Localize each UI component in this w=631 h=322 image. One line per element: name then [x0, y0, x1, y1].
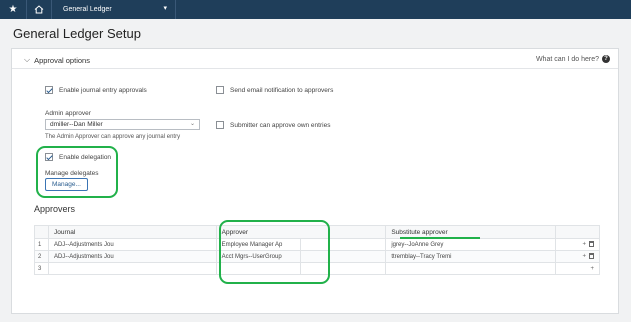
highlight-annotation: [219, 220, 330, 284]
approvers-title: Approvers: [34, 204, 76, 214]
trash-icon[interactable]: [589, 241, 594, 248]
enable-journal-entry-label: Enable journal entry approvals: [59, 86, 147, 94]
section-header: ⌵ Approval options What can I do here? ?: [12, 49, 618, 69]
substitute-cell[interactable]: [385, 262, 557, 275]
chevron-down-icon: ⌄: [189, 121, 195, 127]
approval-options-panel: ⌵ Approval options What can I do here? ?…: [11, 48, 619, 314]
plus-icon[interactable]: +: [590, 266, 594, 272]
send-email-option[interactable]: Send email notification to approvers: [216, 86, 333, 94]
admin-approver-select[interactable]: dmiller--Dan Miller ⌄: [45, 119, 200, 130]
plus-icon[interactable]: +: [582, 254, 586, 260]
row-actions: +: [555, 238, 600, 251]
submitter-can-approve-checkbox[interactable]: [216, 121, 224, 129]
enable-journal-entry-checkbox[interactable]: [45, 86, 53, 94]
help-label: What can I do here?: [535, 55, 599, 63]
chevron-down-icon: ⌵: [24, 55, 31, 64]
row-actions: +: [555, 250, 600, 263]
home-icon[interactable]: [26, 0, 52, 19]
page-title: General Ledger Setup: [13, 26, 141, 41]
row-number: 3: [34, 262, 49, 275]
admin-approver-value: dmiller--Dan Miller: [50, 121, 103, 128]
plus-icon[interactable]: +: [582, 242, 586, 248]
underline-annotation: [400, 237, 480, 239]
star-icon[interactable]: ★: [0, 0, 26, 19]
substitute-cell[interactable]: jgrey--JoAnne Grey: [385, 238, 557, 251]
submitter-can-approve-label: Submitter can approve own entries: [230, 121, 331, 129]
trash-icon[interactable]: [589, 253, 594, 260]
module-label: General Ledger: [63, 6, 112, 13]
module-selector[interactable]: General Ledger ▾: [52, 0, 176, 19]
chevron-down-icon: ▾: [163, 5, 167, 12]
column-header-journal[interactable]: Journal: [47, 225, 217, 239]
top-nav-bar: ★ General Ledger ▾: [0, 0, 631, 19]
section-title: Approval options: [34, 55, 90, 65]
highlight-annotation: [36, 146, 118, 198]
journal-cell[interactable]: [47, 262, 217, 275]
send-email-label: Send email notification to approvers: [230, 86, 334, 94]
journal-cell[interactable]: ADJ--Adjustments Jou: [47, 238, 217, 251]
substitute-cell[interactable]: ttremblay--Tracy Tremi: [385, 250, 557, 263]
send-email-checkbox[interactable]: [216, 86, 224, 94]
section-toggle[interactable]: ⌵ Approval options: [24, 55, 90, 65]
row-number: 2: [34, 250, 49, 263]
submitter-can-approve-option[interactable]: Submitter can approve own entries: [216, 121, 330, 129]
admin-approver-help: The Admin Approver can approve any journ…: [45, 134, 181, 140]
journal-cell[interactable]: ADJ--Adjustments Jou: [47, 250, 217, 263]
row-number: 1: [34, 238, 49, 251]
question-icon: ?: [602, 55, 610, 63]
enable-journal-entry-approvals-option[interactable]: Enable journal entry approvals: [45, 86, 147, 94]
help-link[interactable]: What can I do here? ?: [536, 55, 610, 63]
admin-approver-label: Admin approver: [45, 110, 91, 117]
row-actions: +: [555, 262, 600, 275]
substitute-header-label: Substitute approver: [391, 228, 448, 236]
